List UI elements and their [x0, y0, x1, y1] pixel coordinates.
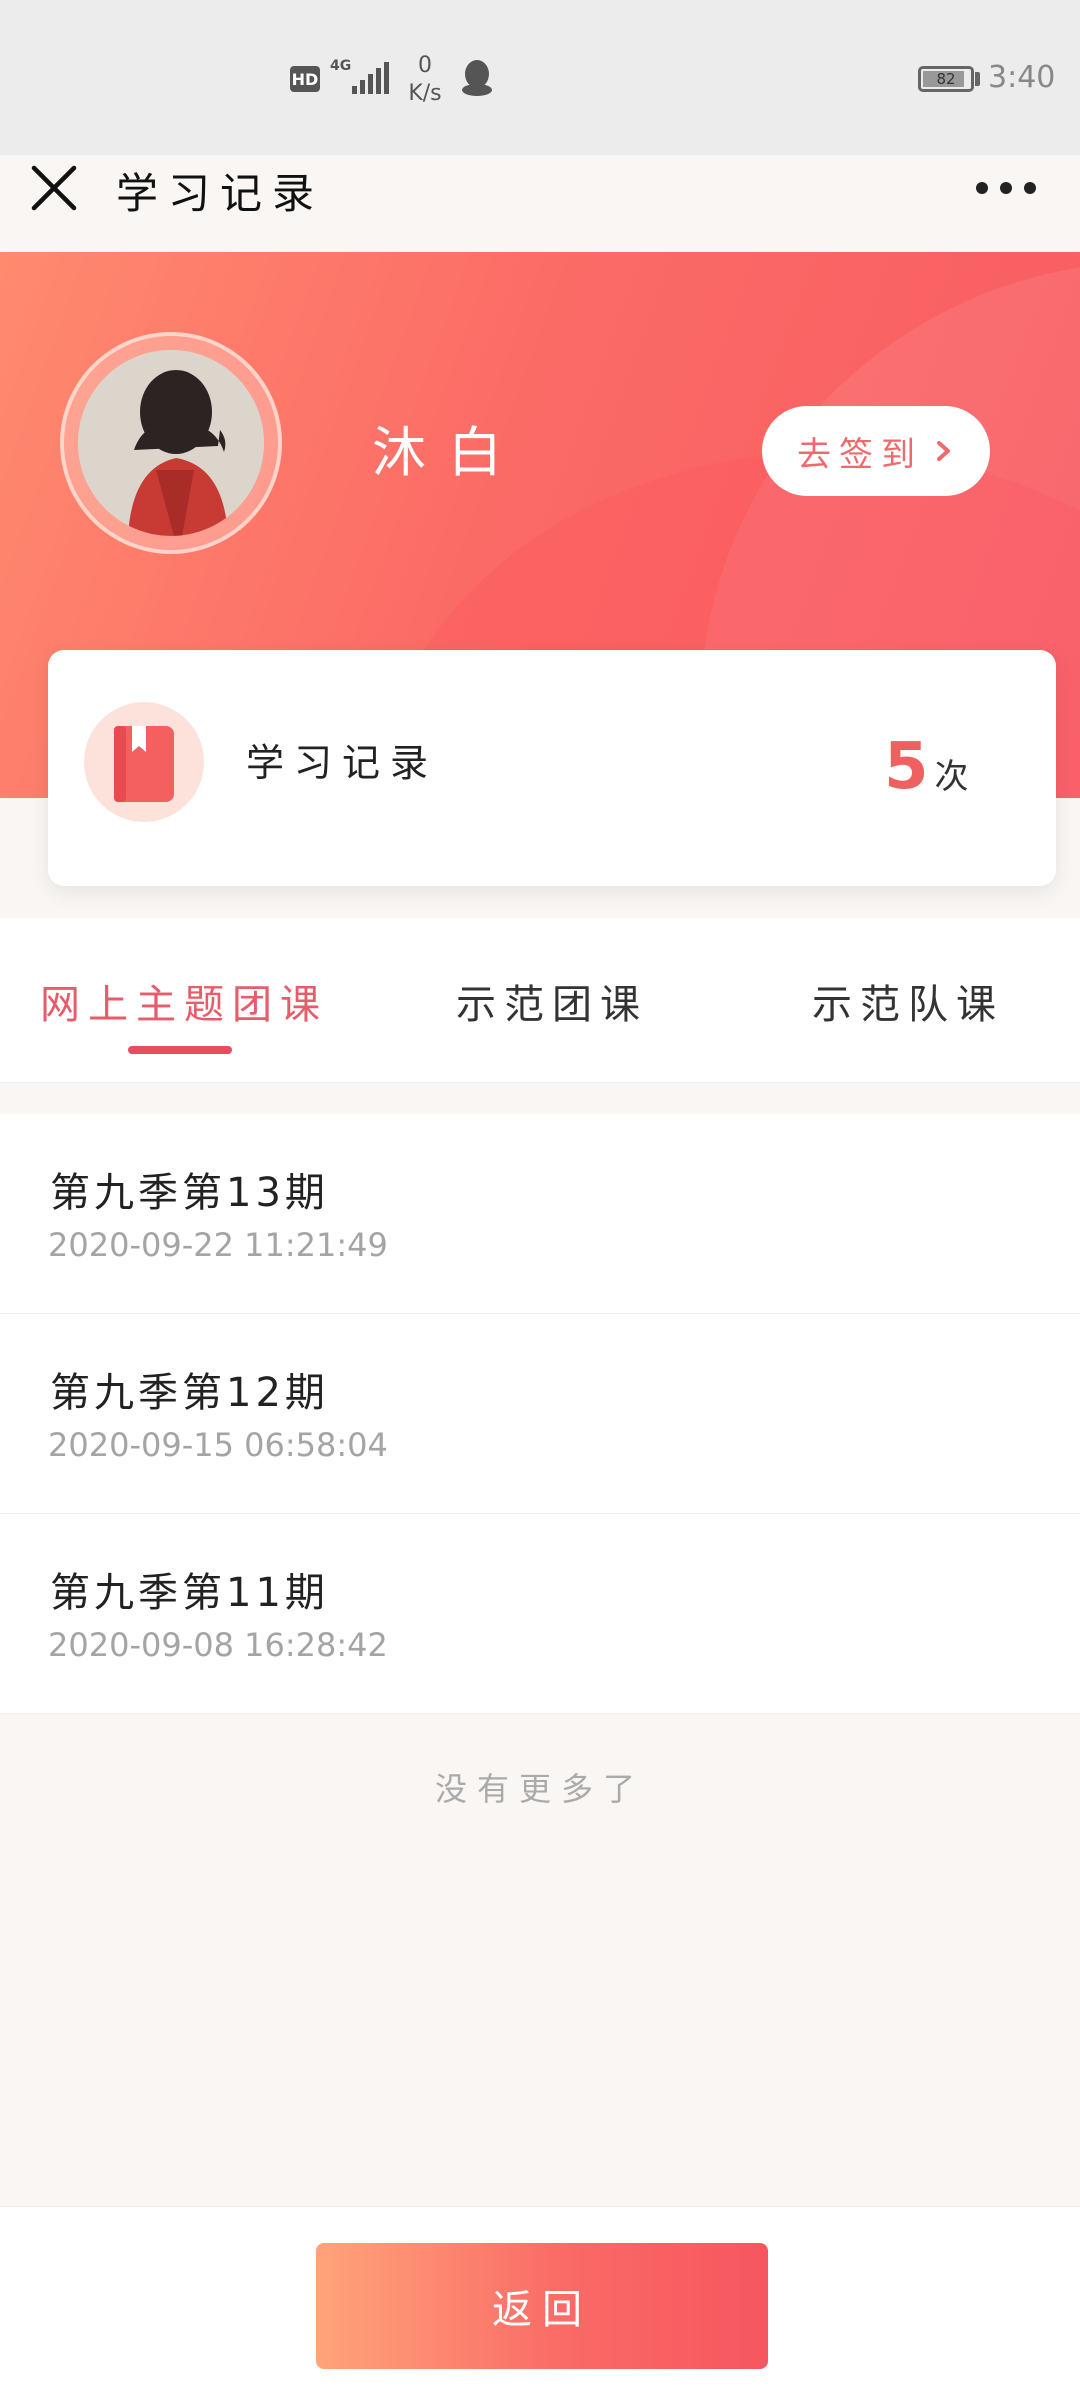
status-bar: HD 4G 0 K/s 82 3:40 学习记录	[0, 0, 1080, 218]
list-item[interactable]: 第九季第11期 2020-09-08 16:28:42	[0, 1514, 1080, 1714]
tab-online-theme[interactable]: 网上主题团课	[40, 972, 328, 1030]
stats-count: 5 次	[884, 730, 969, 804]
back-button[interactable]: 返回	[316, 2243, 768, 2369]
avatar-image	[78, 350, 264, 536]
list-item[interactable]: 第九季第13期 2020-09-22 11:21:49	[0, 1114, 1080, 1314]
network-speed: 0 K/s	[400, 52, 450, 108]
back-label: 返回	[492, 2287, 592, 2333]
record-time: 2020-09-08 16:28:42	[48, 1626, 388, 1664]
signal-icon	[352, 62, 389, 94]
record-title: 第九季第13期	[50, 1170, 329, 1216]
tab-demo-team[interactable]: 示范队课	[812, 972, 1004, 1030]
record-time: 2020-09-22 11:21:49	[48, 1226, 388, 1264]
record-title: 第九季第11期	[50, 1570, 329, 1616]
battery-tip	[975, 72, 980, 86]
more-icon[interactable]	[976, 178, 1036, 198]
checkin-label: 去签到	[797, 434, 923, 475]
tab-demo-league[interactable]: 示范团课	[456, 972, 648, 1030]
no-more-text: 没有更多了	[434, 1770, 645, 1808]
record-list: 第九季第13期 2020-09-22 11:21:49 第九季第12期 2020…	[0, 1114, 1080, 1714]
record-title: 第九季第12期	[50, 1370, 329, 1416]
close-icon[interactable]	[28, 162, 80, 214]
speed-unit: K/s	[408, 81, 442, 106]
stats-unit: 次	[934, 757, 969, 797]
list-item[interactable]: 第九季第12期 2020-09-15 06:58:04	[0, 1314, 1080, 1514]
book-icon	[114, 726, 174, 802]
more-dot	[1000, 182, 1012, 194]
stats-label: 学习记录	[246, 741, 439, 785]
battery-text: 82	[936, 70, 956, 88]
checkin-button[interactable]: 去签到	[762, 406, 990, 496]
app-root: HD 4G 0 K/s 82 3:40 学习记录 沐白 去签到 学习记录 5 次…	[0, 0, 1080, 2400]
hd-icon: HD	[290, 66, 320, 92]
stats-card: 学习记录 5 次	[48, 650, 1056, 886]
avatar[interactable]	[78, 350, 264, 536]
battery-icon: 82	[918, 66, 974, 92]
record-time: 2020-09-15 06:58:04	[48, 1426, 388, 1464]
tab-indicator	[128, 1046, 232, 1054]
qq-icon	[462, 60, 492, 96]
username: 沐白	[372, 421, 524, 484]
page-title: 学习记录	[116, 169, 325, 218]
more-dot	[1024, 182, 1036, 194]
bottom-bar: 返回	[0, 2206, 1080, 2400]
network-type: 4G	[330, 58, 352, 74]
stats-number: 5	[884, 730, 929, 804]
more-dot	[976, 182, 988, 194]
clock: 3:40	[988, 60, 1056, 95]
speed-value: 0	[418, 53, 432, 78]
tab-bar: 网上主题团课 示范团课 示范队课	[0, 918, 1080, 1083]
chevron-right-icon	[937, 441, 950, 461]
